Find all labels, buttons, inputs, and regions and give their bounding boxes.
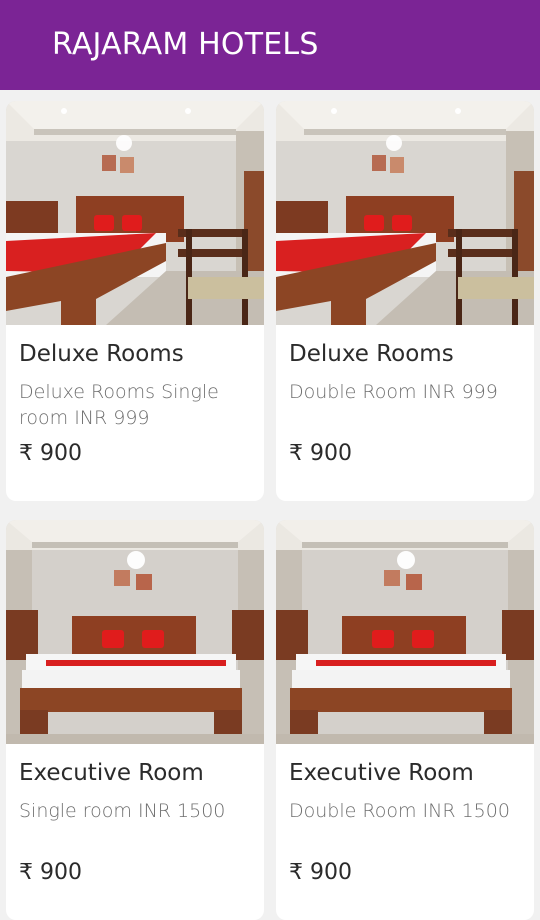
- room-description: Deluxe Rooms Single room INR 999: [19, 380, 219, 429]
- room-card-body: Deluxe Rooms Deluxe Rooms Single room IN…: [19, 341, 255, 466]
- app-header: RAJARAM HOTELS: [0, 0, 540, 90]
- hotel-room-photo: [6, 101, 264, 325]
- room-description: Double Room INR 1500: [289, 799, 510, 822]
- room-card[interactable]: Executive Room Single room INR 1500 ₹ 90…: [6, 520, 264, 920]
- room-card[interactable]: Executive Room Double Room INR 1500 ₹ 90…: [276, 520, 534, 920]
- hotel-room-photo: [276, 101, 534, 325]
- room-description: Double Room INR 999: [289, 380, 498, 403]
- hotel-room-photo: [276, 520, 534, 744]
- room-card[interactable]: Deluxe Rooms Deluxe Rooms Single room IN…: [6, 101, 264, 501]
- room-title: Deluxe Rooms: [19, 341, 184, 367]
- room-description: Single room INR 1500: [19, 799, 226, 822]
- room-card-body: Executive Room Single room INR 1500 ₹ 90…: [19, 760, 255, 885]
- room-card-body: Deluxe Rooms Double Room INR 999 ₹ 900: [289, 341, 525, 466]
- room-title: Deluxe Rooms: [289, 341, 454, 367]
- room-title: Executive Room: [289, 760, 474, 786]
- room-card[interactable]: Deluxe Rooms Double Room INR 999 ₹ 900: [276, 101, 534, 501]
- room-price: ₹ 900: [19, 859, 82, 885]
- room-price: ₹ 900: [289, 440, 352, 466]
- hotel-room-photo: [6, 520, 264, 744]
- room-title: Executive Room: [19, 760, 204, 786]
- room-price: ₹ 900: [289, 859, 352, 885]
- room-price: ₹ 900: [19, 440, 82, 466]
- room-card-body: Executive Room Double Room INR 1500 ₹ 90…: [289, 760, 525, 885]
- app-title: RAJARAM HOTELS: [52, 26, 319, 62]
